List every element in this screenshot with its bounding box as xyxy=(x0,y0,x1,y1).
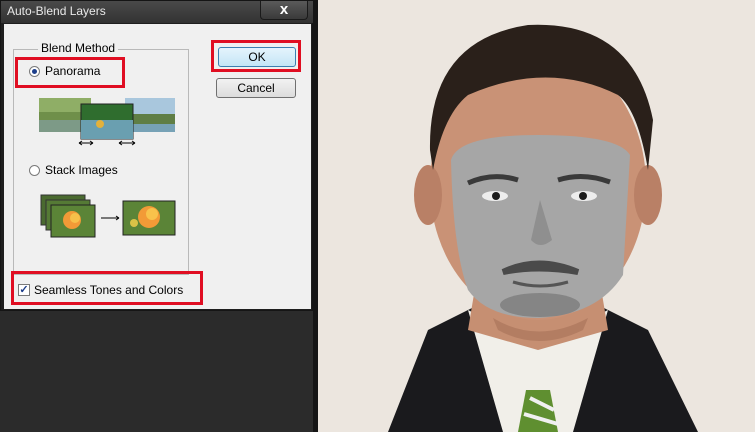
cancel-button[interactable]: Cancel xyxy=(216,78,296,98)
ok-highlight xyxy=(211,40,301,72)
panorama-highlight xyxy=(15,57,125,88)
stack-images-illustration xyxy=(40,194,176,238)
stack-images-radio[interactable] xyxy=(29,164,40,176)
close-button[interactable]: x xyxy=(260,1,308,20)
dialog-titlebar[interactable]: Auto-Blend Layers x xyxy=(1,1,314,23)
canvas-photo xyxy=(318,0,755,432)
workspace-background xyxy=(0,311,313,432)
seamless-highlight xyxy=(11,271,203,305)
portrait-image xyxy=(318,0,755,432)
auto-blend-dialog: Auto-Blend Layers x Blend Method Panoram… xyxy=(0,0,314,311)
blend-method-label: Blend Method xyxy=(38,41,119,55)
dialog-title: Auto-Blend Layers xyxy=(7,4,106,18)
stack-images-label: Stack Images xyxy=(45,163,118,177)
kayak-icon xyxy=(96,120,104,128)
panorama-illustration xyxy=(39,98,175,146)
stack-images-option[interactable]: Stack Images xyxy=(29,163,118,177)
